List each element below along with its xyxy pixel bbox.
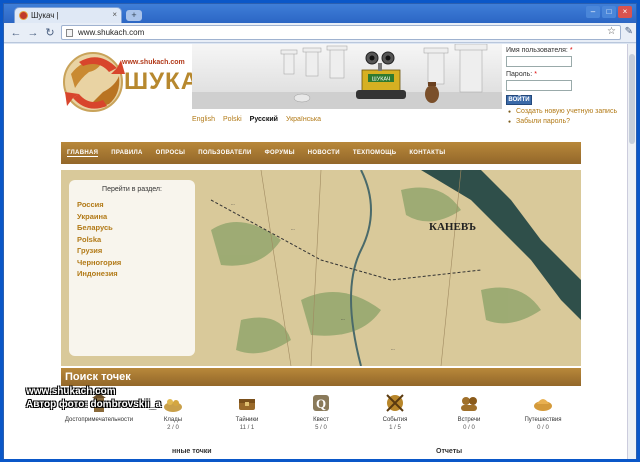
nav-item-0[interactable]: ГЛАВНАЯ — [67, 150, 99, 157]
language-switcher: English Polski Русский Українська — [192, 116, 321, 123]
travel-icon — [532, 392, 554, 414]
language-1[interactable]: Polski — [223, 116, 242, 123]
region-link-6[interactable]: Индонезия — [77, 268, 187, 280]
quest-icon: Q — [310, 392, 332, 414]
close-window-icon[interactable]: × — [618, 6, 632, 18]
region-panel: Перейти в раздел: Россия Украина Беларусь P… — [69, 180, 195, 356]
favicon-icon — [19, 11, 28, 20]
category-label: Клады — [163, 417, 183, 423]
category-label: Тайники — [235, 417, 259, 423]
category-label: Квест — [313, 417, 329, 423]
nav-item-6[interactable]: ТЕХПОМОЩЬ — [353, 150, 396, 156]
tab-bar: Шукач | × + – □ × — [4, 4, 636, 23]
photo-credit-overlay: www.shukach.com Автор фото: dombrovskii_… — [26, 385, 161, 411]
category-count: 1 / 5 — [389, 425, 401, 431]
robot-figure: ШУКАЧ — [356, 51, 406, 99]
nav-item-4[interactable]: ФОРУМЫ — [265, 150, 295, 156]
nav-item-2[interactable]: ОПРОСЫ — [156, 150, 186, 156]
login-form: Имя пользователя: * Пароль: * ВОЙТИ Созд… — [506, 46, 626, 127]
overlay-site: www.shukach.com — [26, 386, 116, 397]
page-icon — [66, 29, 73, 37]
svg-text:...: ... — [231, 202, 235, 207]
category-label: Встречи — [457, 417, 481, 423]
language-2[interactable]: Русский — [250, 116, 278, 123]
region-link-0[interactable]: Россия — [77, 199, 187, 211]
browser-toolbar: ← → ↻ www.shukach.com ☆ ✎ — [4, 23, 636, 43]
language-0[interactable]: English — [192, 116, 215, 123]
logo-url: www.shukach.com — [122, 59, 185, 66]
back-arrow-icon[interactable]: ← — [9, 26, 23, 40]
address-bar[interactable]: www.shukach.com ☆ — [61, 25, 621, 40]
password-input[interactable] — [506, 80, 572, 91]
region-link-4[interactable]: Грузия — [77, 245, 187, 257]
recent-points-label: нные точки — [172, 448, 212, 455]
category-3[interactable]: Q Квест 5 / 0 — [283, 392, 359, 431]
category-label: События — [382, 417, 408, 423]
tab-title: Шукач | — [31, 11, 59, 20]
minimize-icon[interactable]: – — [586, 6, 600, 18]
main-navigation: ГЛАВНАЯ ПРАВИЛА ОПРОСЫ ПОЛЬЗОВАТЕЛИ ФОРУМЫ НО… — [61, 142, 581, 164]
nav-item-1[interactable]: ПРАВИЛА — [111, 150, 142, 156]
header-banner: ШУКАЧ — [192, 44, 502, 109]
region-link-1[interactable]: Украина — [77, 211, 187, 223]
nav-item-7[interactable]: КОНТАКТЫ — [409, 150, 445, 156]
region-link-2[interactable]: Беларусь — [77, 222, 187, 234]
browser-tab[interactable]: Шукач | × — [14, 7, 122, 23]
category-4[interactable]: События 1 / 5 — [357, 392, 433, 431]
svg-text:...: ... — [391, 347, 395, 352]
maximize-icon[interactable]: □ — [602, 6, 616, 18]
category-label: Достопримечательности — [64, 417, 134, 423]
robot-sign: ШУКАЧ — [372, 77, 391, 83]
close-tab-icon[interactable]: × — [112, 10, 117, 19]
reports-label: Отчеты — [436, 448, 463, 455]
forgot-password-link[interactable]: Забыли пароль? — [506, 117, 626, 127]
username-input[interactable] — [506, 56, 572, 67]
map-city-label: КАНЕВЪ — [429, 221, 476, 233]
nav-item-3[interactable]: ПОЛЬЗОВАТЕЛИ — [198, 150, 251, 156]
points-section-title: Поиск точек — [61, 368, 581, 386]
forward-arrow-icon[interactable]: → — [26, 26, 40, 40]
category-label: Путешествия — [524, 417, 562, 423]
region-link-5[interactable]: Черногория — [77, 257, 187, 269]
svg-text:...: ... — [291, 227, 295, 232]
treasure-icon — [162, 392, 184, 414]
site-logo[interactable] — [59, 48, 131, 114]
category-count: 5 / 0 — [315, 425, 327, 431]
nav-item-5[interactable]: НОВОСТИ — [308, 150, 340, 156]
username-label: Имя пользователя: * — [506, 47, 573, 54]
svg-text:Q: Q — [316, 396, 326, 411]
meetings-icon — [458, 392, 480, 414]
category-count: 0 / 0 — [463, 425, 475, 431]
category-count: 11 / 1 — [239, 425, 255, 431]
svg-text:...: ... — [341, 317, 345, 322]
map-area[interactable]: ...... ...... КАНЕВЪ Перейти в раздел: Р… — [61, 170, 581, 366]
region-link-3[interactable]: Polska — [77, 234, 187, 246]
scrollbar-thumb[interactable] — [629, 54, 635, 144]
category-2[interactable]: Тайники 11 / 1 — [209, 392, 285, 431]
password-label: Пароль: * — [506, 71, 537, 78]
overlay-author: Автор фото: dombrovskii_a — [26, 399, 162, 410]
url-text: www.shukach.com — [78, 28, 145, 37]
login-button[interactable]: ВОЙТИ — [506, 95, 532, 105]
category-count: 2 / 0 — [167, 425, 179, 431]
create-account-link[interactable]: Создать новую учетную запись — [506, 107, 626, 117]
window-controls: – □ × — [586, 6, 632, 18]
vertical-scrollbar[interactable] — [627, 44, 636, 459]
language-3[interactable]: Українська — [286, 116, 321, 123]
reload-icon[interactable]: ↻ — [43, 26, 57, 40]
bookmark-star-icon[interactable]: ☆ — [607, 26, 616, 37]
banner-illustration: ШУКАЧ — [192, 44, 502, 109]
events-icon — [384, 392, 406, 414]
category-count: 0 / 0 — [537, 425, 549, 431]
category-5[interactable]: Встречи 0 / 0 — [431, 392, 507, 431]
new-tab-button[interactable]: + — [126, 10, 142, 21]
cache-icon — [236, 392, 258, 414]
region-panel-title: Перейти в раздел: — [102, 186, 162, 193]
wrench-menu-icon[interactable]: ✎ — [625, 26, 633, 37]
category-6[interactable]: Путешествия 0 / 0 — [505, 392, 581, 431]
